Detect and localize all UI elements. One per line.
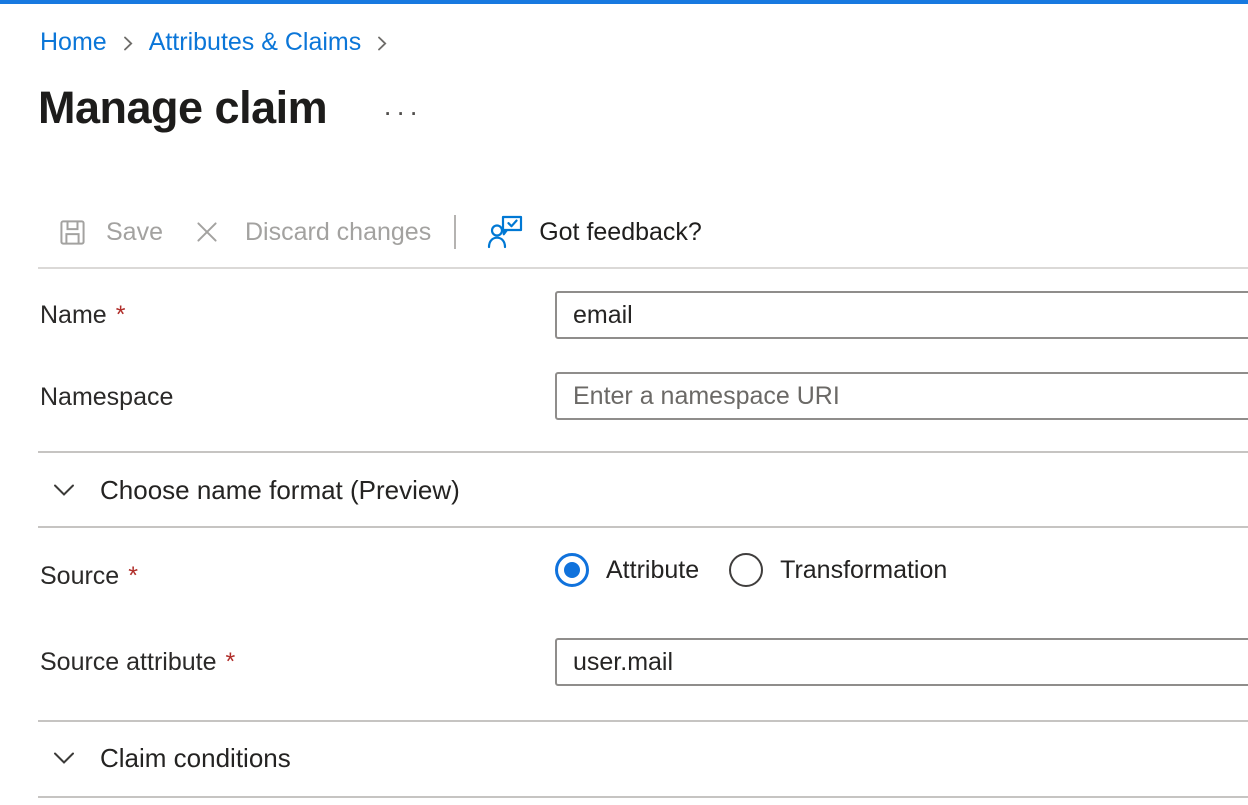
breadcrumb-home[interactable]: Home [40,27,107,57]
chevron-down-icon [52,750,76,766]
source-attribute-field-label: Source attribute * [40,647,235,677]
got-feedback-button[interactable]: Got feedback? [487,213,702,251]
required-asterisk: * [128,562,138,590]
top-accent-bar [0,0,1248,4]
source-field-label: Source * [40,561,138,591]
source-radio-group: Attribute Transformation [555,553,947,587]
toolbar-separator [454,215,456,249]
section-divider [38,526,1248,528]
claim-conditions-section-header[interactable]: Claim conditions [38,735,1248,781]
chevron-right-icon [376,34,388,53]
page-header: Manage claim ··· [38,82,426,134]
page-title: Manage claim [38,82,327,134]
command-bar: Save Discard changes Got feedback? [0,206,1248,258]
breadcrumb: Home Attributes & Claims [40,27,388,57]
breadcrumb-attributes-claims[interactable]: Attributes & Claims [149,27,362,57]
source-attribute-label-text: Source attribute [40,648,217,676]
source-option-transformation[interactable]: Transformation [729,553,947,587]
dismiss-icon [193,218,221,246]
discard-changes-button[interactable]: Discard changes [193,218,431,247]
radio-selected-icon [555,553,589,587]
name-input[interactable] [555,291,1248,339]
attribute-option-label: Attribute [606,556,699,585]
section-divider [38,720,1248,722]
radio-unselected-icon [729,553,763,587]
chevron-right-icon [122,34,134,53]
got-feedback-label: Got feedback? [539,218,702,247]
more-options-button[interactable]: ··· [379,100,426,124]
claim-conditions-section-label: Claim conditions [100,743,291,774]
toolbar-divider [38,267,1248,269]
namespace-input[interactable] [555,372,1248,420]
chevron-down-icon [52,482,76,498]
name-label-text: Name [40,301,107,329]
name-field-label: Name * [40,300,125,330]
namespace-label-text: Namespace [40,383,173,411]
choose-name-format-section-label: Choose name format (Preview) [100,475,460,506]
namespace-field-label: Namespace [40,382,173,412]
section-divider [38,796,1248,798]
source-option-attribute[interactable]: Attribute [555,553,699,587]
discard-changes-label: Discard changes [245,218,431,247]
save-button-label: Save [106,218,163,247]
transformation-option-label: Transformation [780,556,947,585]
save-button[interactable]: Save [57,217,163,248]
section-divider [38,451,1248,453]
required-asterisk: * [116,301,126,329]
save-icon [57,217,88,248]
source-attribute-input[interactable] [555,638,1248,686]
choose-name-format-section-header[interactable]: Choose name format (Preview) [38,467,1248,513]
person-feedback-icon [487,213,527,251]
required-asterisk: * [226,648,236,676]
source-label-text: Source [40,562,119,590]
